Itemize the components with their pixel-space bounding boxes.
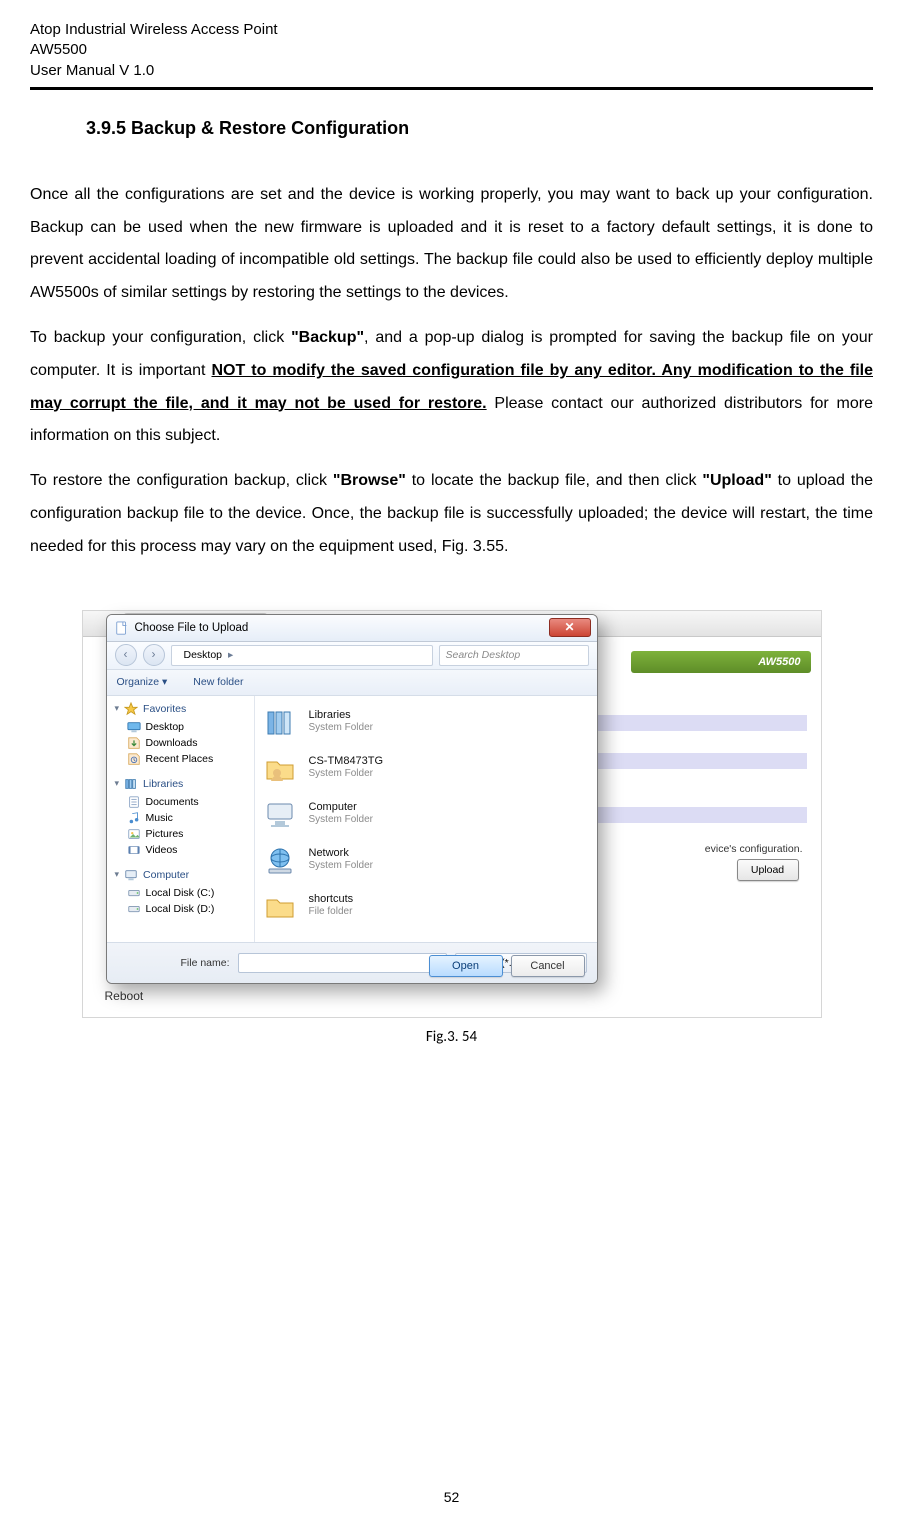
crumb-sep: ▸: [228, 649, 233, 661]
file-list: LibrariesSystem Folder CS-TM8473TGSystem…: [255, 696, 597, 942]
dialog-titlebar: Choose File to Upload ✕: [107, 615, 597, 642]
item-sub: File folder: [309, 906, 354, 918]
tree-item[interactable]: Music: [146, 812, 173, 824]
crumb-desktop: Desktop: [184, 649, 223, 661]
desktop-icon: [127, 720, 141, 734]
paragraph-1: Once all the configurations are set and …: [30, 179, 873, 310]
page-icon: [115, 621, 129, 635]
recent-icon: [127, 752, 141, 766]
search-placeholder: Search Desktop: [446, 649, 521, 661]
p3-bold-upload: "Upload": [702, 472, 771, 489]
header-line-3: User Manual V 1.0: [30, 61, 873, 81]
back-button[interactable]: ‹: [115, 644, 137, 666]
p3-part-c: to locate the backup file, and then clic…: [406, 472, 703, 489]
cancel-button[interactable]: Cancel: [511, 955, 585, 977]
twisty-icon[interactable]: ▾: [115, 778, 120, 789]
userfolder-icon: [263, 751, 297, 785]
section-title: 3.9.5 Backup & Restore Configuration: [86, 118, 873, 139]
twisty-icon[interactable]: ▾: [115, 869, 120, 880]
tree-libraries[interactable]: Libraries: [143, 778, 183, 790]
drive-icon: [127, 902, 141, 916]
header-line-1: Atop Industrial Wireless Access Point: [30, 20, 873, 40]
dialog-buttons: Open Cancel: [429, 955, 585, 977]
list-item[interactable]: LibrariesSystem Folder: [263, 704, 589, 740]
open-button[interactable]: Open: [429, 955, 503, 977]
dialog-toolbar: Organize ▾ New folder: [107, 670, 597, 696]
libraries-icon: [263, 705, 297, 739]
paragraph-2: To backup your configuration, click "Bac…: [30, 322, 873, 453]
dialog-navbar: ‹ › Desktop ▸ Search Desktop: [107, 642, 597, 670]
p3-part-a: To restore the configuration backup, cli…: [30, 472, 333, 489]
item-title: shortcuts: [309, 893, 354, 906]
figure: TOP - Access Point AW55... AW5500 evice'…: [82, 610, 822, 1018]
item-sub: System Folder: [309, 768, 384, 780]
tree-computer[interactable]: Computer: [143, 869, 189, 881]
p2-bold-backup: "Backup": [291, 329, 364, 346]
p2-part-a: To backup your configuration, click: [30, 329, 291, 346]
list-item[interactable]: CS-TM8473TGSystem Folder: [263, 750, 589, 786]
file-dialog: Choose File to Upload ✕ ‹ › Desktop ▸ Se…: [106, 614, 598, 984]
folder-tree: ▾ Favorites Desktop Downloads Recent Pla…: [107, 696, 255, 942]
item-sub: System Folder: [309, 814, 373, 826]
twisty-icon[interactable]: ▾: [115, 703, 120, 714]
close-button[interactable]: ✕: [549, 618, 591, 637]
paragraph-3: To restore the configuration backup, cli…: [30, 465, 873, 563]
filename-label: File name:: [181, 957, 230, 969]
tree-item[interactable]: Downloads: [146, 737, 198, 749]
tree-item[interactable]: Desktop: [146, 721, 185, 733]
figure-caption: Fig.3. 54: [30, 1028, 873, 1046]
tree-item[interactable]: Local Disk (C:): [146, 887, 215, 899]
device-config-text: evice's configuration.: [705, 843, 803, 855]
item-title: Libraries: [309, 709, 373, 722]
videos-icon: [127, 843, 141, 857]
computer-icon: [124, 868, 138, 882]
tree-item[interactable]: Documents: [146, 796, 199, 808]
item-title: Computer: [309, 801, 373, 814]
filename-input[interactable]: [238, 953, 447, 973]
list-item[interactable]: ComputerSystem Folder: [263, 796, 589, 832]
newfolder-button[interactable]: New folder: [193, 676, 243, 688]
tree-item[interactable]: Recent Places: [146, 753, 214, 765]
reboot-link[interactable]: Reboot: [105, 989, 144, 1003]
header-divider: [30, 87, 873, 90]
organize-menu[interactable]: Organize ▾: [117, 676, 168, 688]
breadcrumb[interactable]: Desktop ▸: [171, 645, 433, 666]
item-sub: System Folder: [309, 722, 373, 734]
tree-item[interactable]: Local Disk (D:): [146, 903, 215, 915]
folder-icon: [263, 889, 297, 923]
search-input[interactable]: Search Desktop: [439, 645, 589, 666]
star-icon: [124, 702, 138, 716]
libraries-icon: [124, 777, 138, 791]
p3-bold-browse: "Browse": [333, 472, 406, 489]
music-icon: [127, 811, 141, 825]
dialog-title: Choose File to Upload: [135, 622, 249, 634]
drive-icon: [127, 886, 141, 900]
list-item[interactable]: shortcutsFile folder: [263, 888, 589, 924]
tree-favorites[interactable]: Favorites: [143, 703, 186, 715]
item-title: Network: [309, 847, 373, 860]
downloads-icon: [127, 736, 141, 750]
forward-button[interactable]: ›: [143, 644, 165, 666]
pictures-icon: [127, 827, 141, 841]
upload-button[interactable]: Upload: [737, 859, 799, 881]
list-item[interactable]: NetworkSystem Folder: [263, 842, 589, 878]
page-number: 52: [0, 1489, 903, 1505]
tree-item[interactable]: Pictures: [146, 828, 184, 840]
tree-item[interactable]: Videos: [146, 844, 178, 856]
item-sub: System Folder: [309, 860, 373, 872]
header-line-2: AW5500: [30, 40, 873, 60]
computer-icon: [263, 797, 297, 831]
device-banner: AW5500: [631, 651, 811, 673]
network-icon: [263, 843, 297, 877]
documents-icon: [127, 795, 141, 809]
item-title: CS-TM8473TG: [309, 755, 384, 768]
